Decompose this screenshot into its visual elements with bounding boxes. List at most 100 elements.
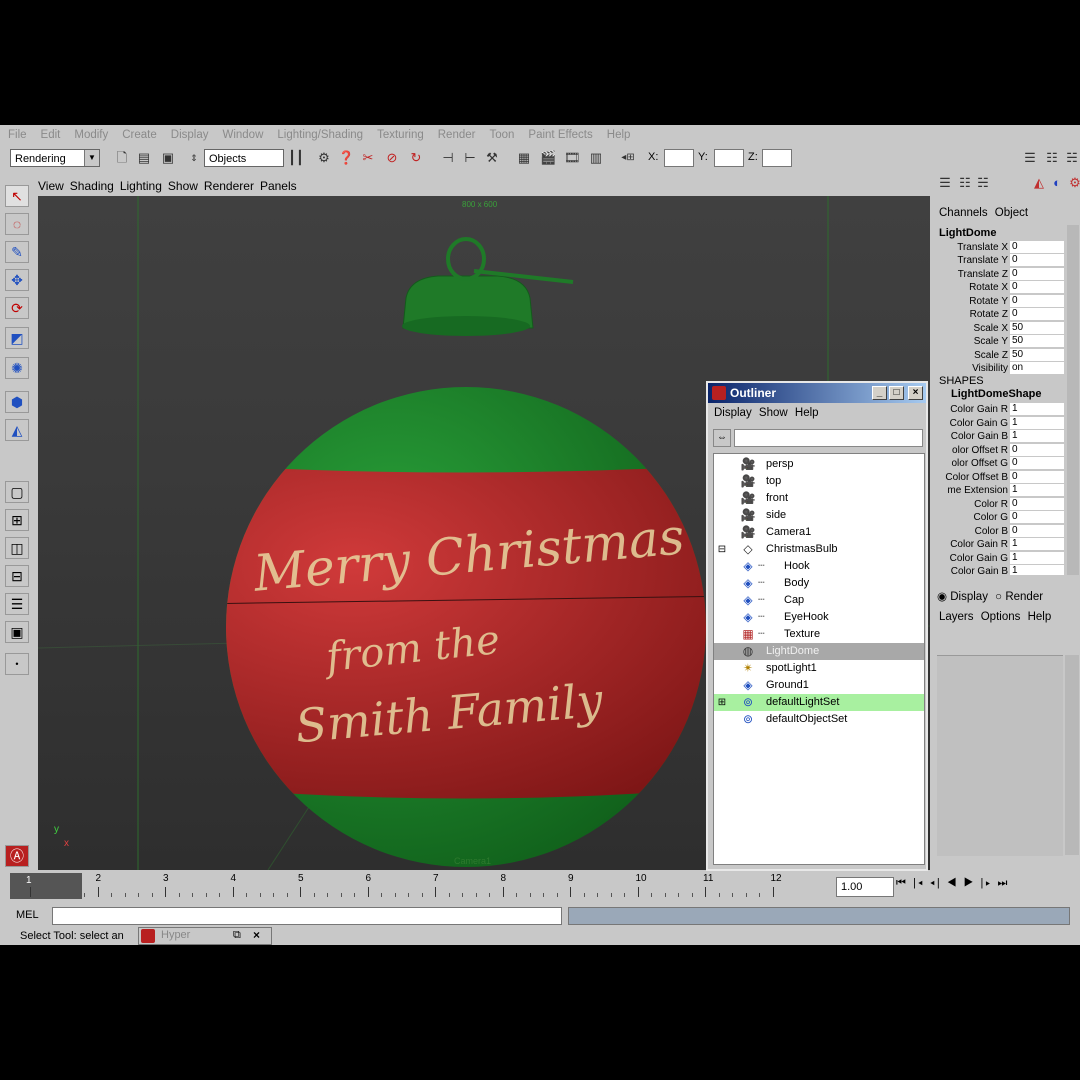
outliner-search-field[interactable] xyxy=(734,429,923,447)
outliner-item[interactable]: 🎥 persp xyxy=(714,456,924,473)
attribute-editor-icon[interactable]: ☰ xyxy=(1022,150,1038,166)
maximize-icon[interactable]: □ xyxy=(889,386,904,400)
outliner-item[interactable]: ⊚ defaultObjectSet xyxy=(714,711,924,728)
mel-input[interactable] xyxy=(52,907,562,925)
outliner-item[interactable]: 🎥 top xyxy=(714,473,924,490)
attr-field[interactable]: 1 xyxy=(1010,552,1064,564)
viewport-menu-view[interactable]: View xyxy=(38,179,64,193)
minimize-icon[interactable]: _ xyxy=(872,386,887,400)
menu-edit[interactable]: Edit xyxy=(41,129,61,141)
render-globals-icon[interactable]: ▥ xyxy=(588,150,604,166)
channel-box-mode-icon[interactable]: ☰ xyxy=(937,175,953,191)
layer-scrollbar[interactable] xyxy=(1065,655,1079,855)
restore-icon[interactable]: ⧉ xyxy=(233,929,241,942)
outliner-item[interactable]: ◍ LightDome xyxy=(714,643,924,660)
outliner-item[interactable]: ▦ ┄ Texture xyxy=(714,626,924,643)
outliner-list[interactable]: 🎥 persp 🎥 top 🎥 front 🎥 side 🎥 Camera1 ⊟ ◇ Christmas… xyxy=(713,453,925,865)
radio-display-icon[interactable]: ◉ xyxy=(937,591,947,603)
outliner-menu-help[interactable]: Help xyxy=(795,407,819,419)
attr-field[interactable]: 0 xyxy=(1010,457,1064,469)
layer-editor-mode-icon[interactable]: ☷ xyxy=(957,175,973,191)
layer-menu-layers[interactable]: Layers xyxy=(939,611,974,623)
outliner-item[interactable]: 🎥 front xyxy=(714,490,924,507)
outliner-item[interactable]: 🎥 Camera1 xyxy=(714,524,924,541)
snap-curve-icon[interactable]: ↻ xyxy=(408,150,424,166)
expand-icon[interactable]: ⊞ xyxy=(714,695,730,710)
tab-channels[interactable]: Channels xyxy=(939,207,988,219)
menu-display[interactable]: Display xyxy=(171,129,209,141)
graph-layout-icon[interactable]: ⊟ xyxy=(5,565,29,587)
attr-field[interactable]: 1 xyxy=(1010,484,1064,496)
close-icon[interactable]: × xyxy=(253,928,260,942)
attr-field[interactable]: 0 xyxy=(1010,498,1064,510)
outliner-menu-show[interactable]: Show xyxy=(759,407,788,419)
save-scene-icon[interactable]: ▣ xyxy=(160,150,176,166)
channel-box-toggle-icon[interactable]: ☵ xyxy=(1064,150,1080,166)
menu-help[interactable]: Help xyxy=(607,129,631,141)
construction-history-icon[interactable]: ⚒ xyxy=(484,150,500,166)
ipr-render-icon[interactable]: 🎞 xyxy=(564,150,581,166)
outliner-item[interactable]: ⊞ ⊚ defaultLightSet xyxy=(714,694,924,711)
attr-field[interactable]: 1 xyxy=(1010,565,1064,575)
menu-paint-effects[interactable]: Paint Effects xyxy=(528,129,592,141)
single-pane-layout-icon[interactable]: ▢ xyxy=(5,481,29,503)
hypershade-layout-icon[interactable]: ▣ xyxy=(5,621,29,643)
shelf-icon-a[interactable]: ◭ xyxy=(1031,175,1047,191)
filter-icon[interactable]: ⇔ xyxy=(713,429,731,447)
attr-field[interactable]: 0 xyxy=(1010,308,1064,320)
minimized-window-task[interactable]: Hyper ⧉ × xyxy=(138,927,272,945)
attr-field[interactable]: 50 xyxy=(1010,335,1064,347)
viewport-menu-lighting[interactable]: Lighting xyxy=(120,179,162,193)
attr-field[interactable]: 1 xyxy=(1010,403,1064,415)
outliner-item[interactable]: ◈ Ground1 xyxy=(714,677,924,694)
outliner-item[interactable]: ◈ ┄ EyeHook xyxy=(714,609,924,626)
tool-settings-icon[interactable]: ☷ xyxy=(1044,150,1060,166)
layer-list[interactable] xyxy=(937,655,1063,856)
menu-create[interactable]: Create xyxy=(122,129,157,141)
channel-scrollbar[interactable] xyxy=(1067,225,1079,575)
select-tool-icon[interactable]: ↖ xyxy=(5,185,29,207)
selection-mode-dropdown[interactable]: Objects xyxy=(204,149,284,167)
step-forward-frame-icon[interactable]: |▸ xyxy=(981,877,993,889)
radio-display-label[interactable]: Display xyxy=(950,591,988,603)
y-field[interactable] xyxy=(714,149,744,167)
menu-window[interactable]: Window xyxy=(222,129,263,141)
attr-field[interactable]: 50 xyxy=(1010,349,1064,361)
layer-menu-help[interactable]: Help xyxy=(1028,611,1052,623)
menu-texturing[interactable]: Texturing xyxy=(377,129,424,141)
outliner-item[interactable]: ◈ ┄ Cap xyxy=(714,592,924,609)
radio-render-label[interactable]: Render xyxy=(1005,591,1043,603)
attr-field[interactable]: 0 xyxy=(1010,254,1064,266)
outliner-item[interactable]: 🎥 side xyxy=(714,507,924,524)
select-by-component-icon[interactable]: ✂ xyxy=(360,150,376,166)
z-field[interactable] xyxy=(762,149,792,167)
render-view-icon[interactable]: ▦ xyxy=(516,150,532,166)
step-back-key-icon[interactable]: |◂ xyxy=(913,877,925,889)
menu-render[interactable]: Render xyxy=(438,129,476,141)
attr-field[interactable]: on xyxy=(1010,362,1064,374)
attr-field[interactable]: 0 xyxy=(1010,268,1064,280)
more-layouts-icon[interactable]: • xyxy=(5,653,29,675)
attr-field[interactable]: 0 xyxy=(1010,471,1064,483)
soft-mod-tool-icon[interactable]: ◭ xyxy=(5,419,29,441)
layer-menu-options[interactable]: Options xyxy=(981,611,1021,623)
attr-field[interactable]: 0 xyxy=(1010,295,1064,307)
outliner-layout-icon[interactable]: ☰ xyxy=(5,593,29,615)
viewport-menu-renderer[interactable]: Renderer xyxy=(204,179,254,193)
move-tool-icon[interactable]: ✥ xyxy=(5,269,29,291)
tab-object[interactable]: Object xyxy=(995,207,1028,219)
shelf-icon-b[interactable]: ◐ xyxy=(1049,175,1065,191)
attr-field[interactable]: 1 xyxy=(1010,538,1064,550)
viewport-menu-show[interactable]: Show xyxy=(168,179,198,193)
four-pane-layout-icon[interactable]: ⊞ xyxy=(5,509,29,531)
goto-start-icon[interactable]: ⏮ xyxy=(896,877,908,889)
last-tool-icon[interactable]: ⬢ xyxy=(5,391,29,413)
outliner-item[interactable]: ◈ ┄ Body xyxy=(714,575,924,592)
select-by-object-icon[interactable]: ❓ xyxy=(338,150,354,166)
lasso-tool-icon[interactable]: ◌ xyxy=(5,213,29,235)
viewport-menu-shading[interactable]: Shading xyxy=(70,179,114,193)
attr-field[interactable]: 0 xyxy=(1010,281,1064,293)
scale-tool-icon[interactable]: ◩ xyxy=(5,327,29,349)
outliner-item[interactable]: ✴ spotLight1 xyxy=(714,660,924,677)
manipulator-tool-icon[interactable]: ✺ xyxy=(5,357,29,379)
